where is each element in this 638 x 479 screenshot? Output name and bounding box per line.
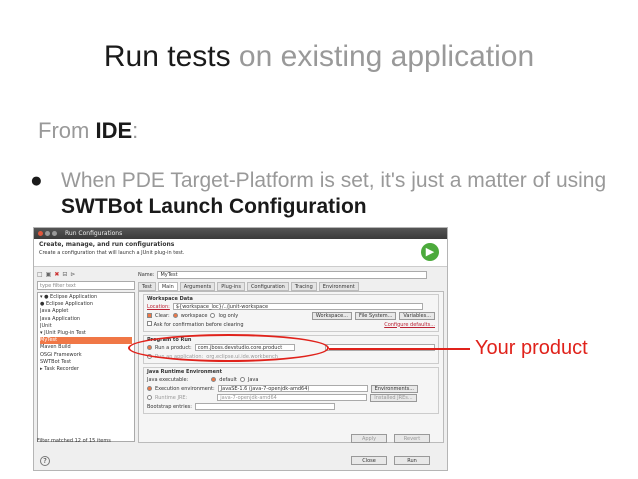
location-label: Location: <box>147 303 170 310</box>
tab-arguments[interactable]: Arguments <box>179 282 216 291</box>
bullet-text-plain: When PDE Target-Platform is set, it's ju… <box>61 169 607 192</box>
execution-environment-select[interactable]: JavaSE-1.6 (java-7-openjdk-amd64) <box>217 385 368 392</box>
tab-main[interactable]: Main <box>157 282 178 291</box>
clear-log-label: log only <box>218 312 239 319</box>
tree-item-selected[interactable]: MyTest <box>40 337 132 345</box>
play-icon: ▶ <box>421 243 439 261</box>
tab-tracing[interactable]: Tracing <box>290 282 317 291</box>
colon: : <box>132 118 139 143</box>
clear-checkbox[interactable] <box>147 313 152 318</box>
runtime-jre-select[interactable]: java-7-openjdk-amd64 <box>217 394 368 401</box>
installed-jres-button[interactable]: Installed JREs... <box>370 393 417 402</box>
tree-item[interactable]: ▾ ● Eclipse Application <box>40 294 132 301</box>
ask-confirmation-checkbox[interactable] <box>147 321 152 326</box>
main-tab-panel: Workspace Data Location: ${workspace_loc… <box>138 291 444 443</box>
tree-item[interactable]: Java Applet <box>40 308 132 315</box>
ask-confirmation-label: Ask for confirmation before clearing <box>153 322 244 328</box>
clear-workspace-radio[interactable] <box>172 313 178 318</box>
highlight-ellipse <box>128 334 329 362</box>
configure-defaults-link[interactable]: Configure defaults... <box>384 322 435 328</box>
java-executable-label: Java executable: <box>147 376 189 383</box>
dialog-titlebar: Run Configurations <box>34 228 447 239</box>
clear-log-radio[interactable] <box>210 313 216 318</box>
bullet-text: When PDE Target-Platform is set, it's ju… <box>61 168 621 220</box>
variables-button[interactable]: Variables... <box>399 311 435 320</box>
runtime-jre-radio[interactable] <box>147 395 152 400</box>
clear-label: Clear: <box>155 312 170 319</box>
title-dark: Run tests <box>103 40 231 73</box>
file-system-button[interactable]: File System... <box>355 311 397 320</box>
filter-icon[interactable]: ⊳ <box>70 271 75 278</box>
help-icon[interactable]: ? <box>40 456 50 466</box>
duplicate-icon[interactable]: ▣ <box>46 271 52 278</box>
tree-item[interactable]: SWTBot Test <box>40 359 132 366</box>
name-input[interactable]: MyTest <box>157 271 428 279</box>
minimize-window-icon[interactable] <box>45 231 50 236</box>
config-tree-pane: □ ▣ ✖ ⊟ ⊳ type filter text ▾ ● Eclipse A… <box>37 270 135 450</box>
execution-environment-label: Execution environment: <box>155 385 215 392</box>
tree-item[interactable]: JUnit <box>40 323 132 330</box>
bootstrap-label: Bootstrap entries: <box>147 403 192 410</box>
maximize-window-icon[interactable] <box>52 231 57 236</box>
tree-item[interactable]: ● Eclipse Application <box>40 301 132 308</box>
tab-environment[interactable]: Environment <box>318 282 359 291</box>
apply-button[interactable]: Apply <box>351 434 387 443</box>
name-row: Name: MyTest <box>138 270 444 280</box>
exec-default-label: default <box>219 376 237 383</box>
close-button[interactable]: Close <box>351 456 387 465</box>
filter-input[interactable]: type filter text <box>37 281 135 290</box>
filter-status: Filter matched 12 of 15 items <box>37 438 111 444</box>
tab-plugins[interactable]: Plug-ins <box>217 282 245 291</box>
environments-button[interactable]: Environments... <box>370 384 418 393</box>
tree-toolbar: □ ▣ ✖ ⊟ ⊳ <box>37 270 135 279</box>
exec-java-radio[interactable] <box>239 377 245 382</box>
ide-label: IDE <box>95 118 133 143</box>
clear-workspace-label: workspace <box>180 312 208 319</box>
tab-configuration[interactable]: Configuration <box>246 282 289 291</box>
workspace-group: Workspace Data Location: ${workspace_loc… <box>143 294 439 332</box>
tree-item[interactable]: ▸ Task Recorder <box>40 366 132 373</box>
tree-item[interactable]: ▾ JUnit Plug-in Test <box>40 330 132 337</box>
slide-title: Run tests on existing application <box>0 40 638 74</box>
tree-item[interactable]: OSGi Framework <box>40 352 132 359</box>
tree-item[interactable]: Java Application <box>40 316 132 323</box>
exec-java-label: Java <box>247 376 259 383</box>
from-ide-line: From IDE: <box>38 118 138 144</box>
name-label: Name: <box>138 272 155 278</box>
config-tabs: Test Main Arguments Plug-ins Configurati… <box>138 282 444 291</box>
location-input[interactable]: ${workspace_loc}/../junit-workspace <box>172 303 423 310</box>
execution-environment-radio[interactable] <box>147 386 152 391</box>
config-tree: ▾ ● Eclipse Application ● Eclipse Applic… <box>37 292 135 442</box>
java-runtime-group: Java Runtime Environment Java executable… <box>143 367 439 414</box>
tree-item[interactable]: Maven Build <box>40 344 132 351</box>
runtime-jre-label: Runtime JRE: <box>155 394 188 401</box>
exec-default-radio[interactable] <box>211 377 217 382</box>
workspace-button[interactable]: Workspace... <box>311 311 352 320</box>
bullet-dot: ● <box>30 169 43 192</box>
tab-test[interactable]: Test <box>138 282 156 291</box>
window-title: Run Configurations <box>65 230 123 237</box>
new-config-icon[interactable]: □ <box>37 271 43 278</box>
delete-icon[interactable]: ✖ <box>54 271 59 278</box>
close-window-icon[interactable] <box>38 231 43 236</box>
callout-line <box>329 348 470 350</box>
header-title: Create, manage, and run configurations <box>39 241 175 248</box>
bullet-text-bold: SWTBot Launch Configuration <box>61 195 367 218</box>
dialog-header: Create, manage, and run configurations C… <box>34 239 447 267</box>
collapse-all-icon[interactable]: ⊟ <box>62 271 67 278</box>
callout-text: Your product <box>475 337 588 359</box>
header-subtitle: Create a configuration that will launch … <box>39 250 185 256</box>
from-label: From <box>38 118 96 143</box>
dialog-footer: Apply Revert ? Close Run <box>34 434 447 470</box>
run-button[interactable]: Run <box>394 456 430 465</box>
title-light: on existing application <box>230 40 535 73</box>
revert-button[interactable]: Revert <box>394 434 430 443</box>
bootstrap-input[interactable] <box>194 403 335 410</box>
